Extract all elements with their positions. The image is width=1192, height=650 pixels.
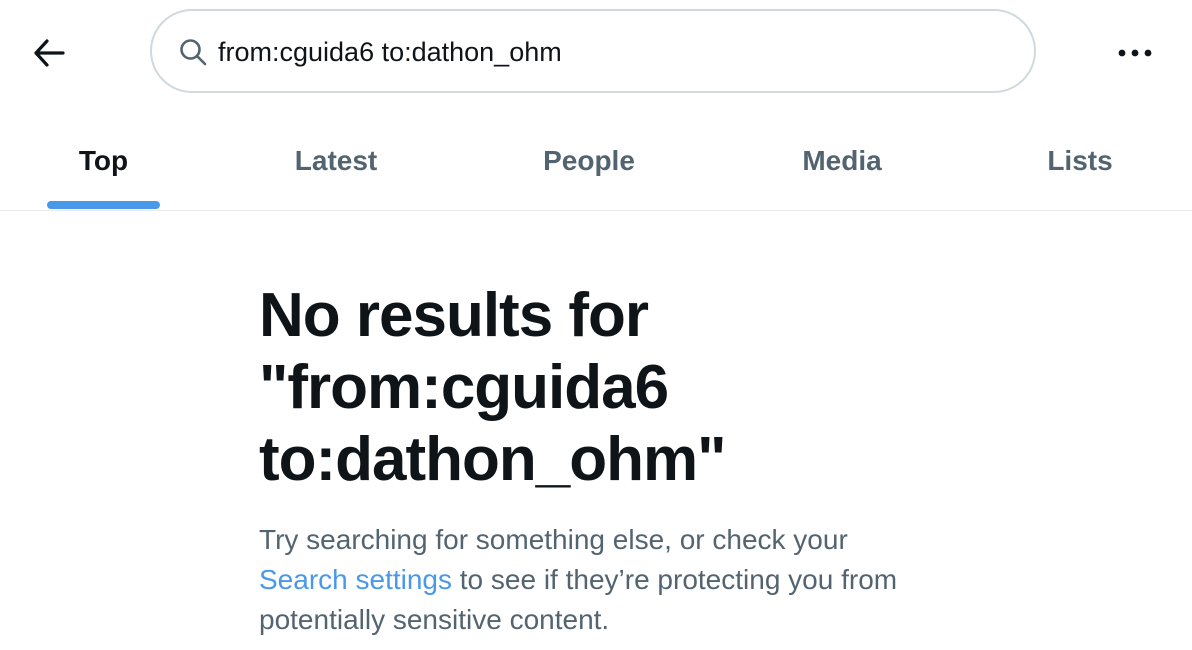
tab-people[interactable]: People: [514, 112, 664, 210]
title-line: to:dathon_ohm": [259, 425, 727, 494]
tab-label: Latest: [294, 145, 378, 176]
more-horizontal-icon: [1118, 49, 1152, 57]
search-input[interactable]: [218, 29, 998, 75]
title-line: "from:cguida6: [259, 353, 669, 422]
search-box[interactable]: [150, 9, 1036, 93]
active-tab-indicator: [47, 201, 160, 209]
tab-media[interactable]: Media: [772, 112, 912, 210]
search-results-page: Top Latest People Media Lists No results…: [0, 0, 1192, 650]
tab-label: Top: [78, 145, 129, 176]
empty-state-title: No results for "from:cguida6 to:dathon_o…: [259, 280, 939, 496]
description-text: Try searching for something else, or che…: [259, 524, 848, 555]
back-button[interactable]: [22, 26, 76, 80]
tab-top[interactable]: Top: [47, 112, 160, 210]
tab-label: People: [543, 145, 635, 176]
search-settings-link[interactable]: Search settings: [259, 564, 452, 595]
tab-label: Media: [802, 145, 882, 176]
search-tabs: Top Latest People Media Lists: [0, 112, 1192, 211]
tab-lists[interactable]: Lists: [1020, 112, 1140, 210]
search-icon: [180, 39, 207, 66]
empty-state-description: Try searching for something else, or che…: [259, 520, 919, 640]
arrow-left-icon: [34, 39, 65, 67]
title-line: No results for: [259, 281, 649, 350]
more-options-button[interactable]: [1108, 26, 1162, 80]
tab-label: Lists: [1047, 145, 1113, 176]
tab-latest[interactable]: Latest: [266, 112, 406, 210]
empty-state: No results for "from:cguida6 to:dathon_o…: [259, 280, 939, 640]
